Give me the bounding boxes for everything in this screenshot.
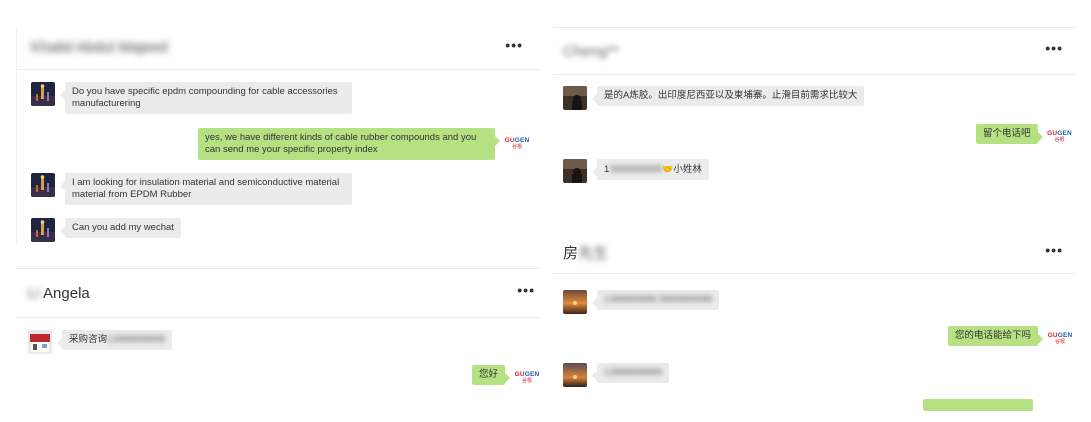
chat-header: 房先生 ••• (553, 232, 1076, 274)
logo-text: GU (514, 370, 525, 378)
message-bubble[interactable]: 13888888888🤝小姓林 (592, 159, 709, 180)
contact-avatar (31, 173, 55, 197)
logo-text: GU (504, 136, 515, 144)
chat-panel-angela: Li Angela ••• 采购咨询13888888888 您好 GUGEN 谷… (16, 268, 539, 422)
message-row: 13888888888🤝小姓林 (563, 159, 709, 183)
message-bubble[interactable]: Can you add my wechat (60, 218, 181, 238)
contact-avatar (28, 330, 52, 354)
handshake-emoji: 🤝 (662, 164, 674, 174)
contact-name: 房先生 (563, 242, 608, 263)
message-bubble[interactable]: 您好 (472, 365, 510, 385)
contact-name-prefix: Li (28, 284, 40, 302)
more-icon[interactable]: ••• (1045, 41, 1063, 61)
message-bubble[interactable]: 1388888888 8888888888 (591, 290, 720, 310)
contact-avatar (31, 218, 55, 242)
more-icon[interactable]: ••• (505, 38, 523, 58)
message-row: 您的电话能给下吗 GUGEN 谷根 (948, 326, 1072, 349)
chat-header: Khalid Abdul Majeed ••• (17, 26, 539, 70)
gugen-logo: GUGEN 谷根 (515, 366, 539, 388)
gugen-logo: GUGEN 谷根 (1047, 125, 1072, 147)
message-bubble[interactable]: 13888888888 (591, 363, 670, 383)
message-bubble[interactable]: 是的A炼胶。出印度尼西亚以及柬埔寨。止滑目前需求比较大 (591, 86, 865, 106)
message-row: I am looking for insulation material and… (31, 173, 352, 205)
message-bubble[interactable]: Do you have specific epdm compounding fo… (60, 82, 352, 114)
logo-text: GEN (514, 136, 530, 144)
logo-text: GEN (1057, 331, 1073, 339)
message-bubble[interactable]: 您的电话能给下吗 (948, 326, 1044, 346)
message-row: 13888888888 (563, 363, 670, 387)
logo-text: 谷根 (1055, 338, 1066, 345)
message-row: 您好 GUGEN 谷根 (472, 365, 539, 388)
masked-phone: 1388888888 8888888888 (604, 294, 713, 305)
more-icon[interactable]: ••• (517, 283, 535, 303)
message-row: 留个电话吧 GUGEN 谷根 (976, 124, 1072, 147)
masked-phone: 3888888888 (609, 164, 663, 175)
contact-name: Li Angela (28, 285, 90, 302)
contact-name-visible: Angela (43, 284, 90, 302)
message-text: 小姓林 (673, 164, 702, 175)
contact-name: Cheng** (563, 42, 619, 60)
message-bubble-partial[interactable] (923, 399, 1033, 411)
logo-text: GEN (1057, 129, 1072, 137)
contact-avatar (563, 290, 587, 314)
chat-panel-khalid: Khalid Abdul Majeed ••• Do you have spec… (16, 26, 539, 246)
logo-text: GU (1047, 129, 1058, 137)
logo-text: 谷根 (521, 377, 532, 384)
logo-text: GU (1047, 331, 1058, 339)
chat-header: Li Angela ••• (16, 269, 539, 318)
message-row: yes, we have different kinds of cable ru… (198, 128, 529, 160)
message-bubble[interactable]: I am looking for insulation material and… (60, 173, 352, 205)
logo-text: GEN (524, 370, 539, 378)
message-row: Do you have specific epdm compounding fo… (31, 82, 352, 114)
contact-avatar (31, 82, 55, 106)
message-row: Can you add my wechat (31, 218, 181, 242)
contact-name-visible: 房 (563, 245, 579, 262)
gugen-logo: GUGEN 谷根 (504, 132, 530, 154)
contact-avatar (563, 86, 587, 110)
message-text: 采购咨询 (69, 334, 108, 345)
message-bubble[interactable]: 留个电话吧 (976, 124, 1042, 144)
logo-text: 谷根 (1054, 136, 1065, 143)
message-row: 是的A炼胶。出印度尼西亚以及柬埔寨。止滑目前需求比较大 (563, 86, 865, 110)
contact-name-masked: 先生 (578, 245, 609, 262)
logo-text: 谷根 (511, 143, 522, 150)
message-row: 1388888888 8888888888 (563, 290, 720, 314)
message-bubble[interactable]: yes, we have different kinds of cable ru… (198, 128, 500, 160)
chat-panel-fang: 房先生 ••• 1388888888 8888888888 您的电话能给下吗 G… (553, 232, 1076, 422)
contact-avatar (563, 159, 587, 183)
message-bubble[interactable]: 采购咨询13888888888 (56, 330, 173, 350)
chat-header: Cheng** ••• (553, 28, 1076, 75)
contact-avatar (563, 363, 587, 387)
masked-phone: 13888888888 (107, 334, 166, 345)
gugen-logo: GUGEN 谷根 (1047, 327, 1073, 349)
more-icon[interactable]: ••• (1045, 243, 1063, 263)
message-row: 采购咨询13888888888 (28, 330, 173, 354)
masked-phone: 13888888888 (604, 367, 663, 378)
chat-panel-cheng: Cheng** ••• 是的A炼胶。出印度尼西亚以及柬埔寨。止滑目前需求比较大 … (553, 27, 1076, 232)
contact-name: Khalid Abdul Majeed (31, 39, 168, 56)
